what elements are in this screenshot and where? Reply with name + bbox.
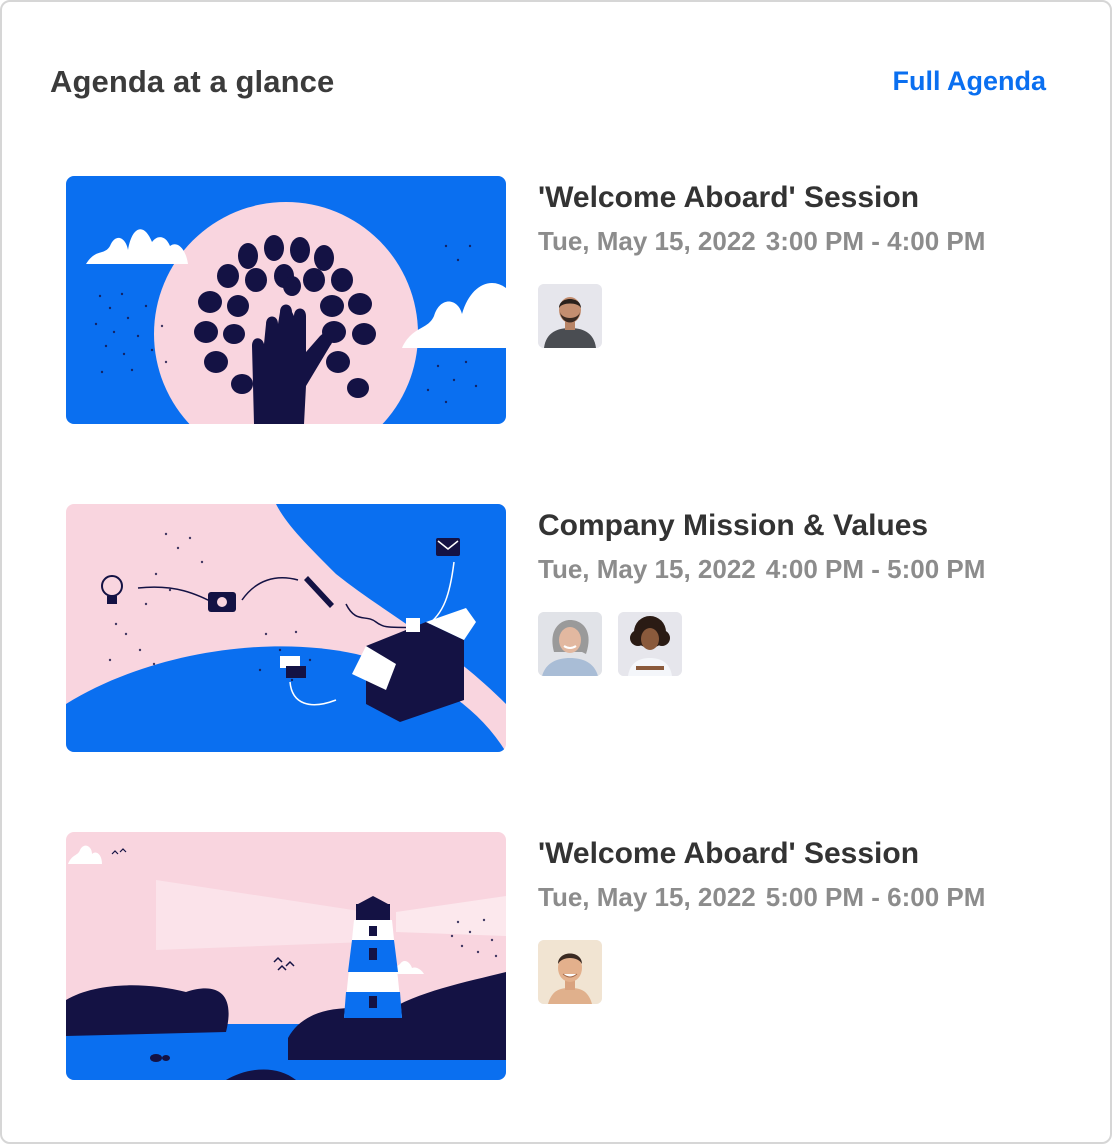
- session-time: 4:00 PM - 5:00 PM: [765, 554, 986, 584]
- session-time: 3:00 PM - 4:00 PM: [765, 226, 986, 256]
- speaker-avatar[interactable]: [538, 940, 602, 1004]
- session-title[interactable]: 'Welcome Aboard' Session: [538, 178, 985, 218]
- session-item[interactable]: 'Welcome Aboard' Session Tue, May 15, 20…: [66, 176, 1056, 424]
- session-datetime: Tue, May 15, 2022 4:00 PM - 5:00 PM: [538, 552, 985, 586]
- session-thumbnail-tree[interactable]: [66, 176, 506, 424]
- speaker-avatar[interactable]: [538, 612, 602, 676]
- speaker-list: [538, 284, 985, 348]
- session-datetime: Tue, May 15, 2022 3:00 PM - 4:00 PM: [538, 224, 985, 258]
- session-date: Tue, May 15, 2022: [538, 882, 756, 912]
- session-info: 'Welcome Aboard' Session Tue, May 15, 20…: [538, 178, 985, 348]
- session-date: Tue, May 15, 2022: [538, 226, 756, 256]
- agenda-card: Agenda at a glance Full Agenda 'Welcome …: [0, 0, 1112, 1144]
- session-item[interactable]: 'Welcome Aboard' Session Tue, May 15, 20…: [66, 832, 1056, 1080]
- session-info: Company Mission & Values Tue, May 15, 20…: [538, 506, 985, 676]
- session-title[interactable]: Company Mission & Values: [538, 506, 985, 546]
- speaker-list: [538, 940, 985, 1004]
- full-agenda-link[interactable]: Full Agenda: [893, 66, 1047, 97]
- session-item[interactable]: Company Mission & Values Tue, May 15, 20…: [66, 504, 1056, 752]
- session-thumbnail-box[interactable]: [66, 504, 506, 752]
- session-date: Tue, May 15, 2022: [538, 554, 756, 584]
- session-thumbnail-lighthouse[interactable]: [66, 832, 506, 1080]
- speaker-list: [538, 612, 985, 676]
- session-title[interactable]: 'Welcome Aboard' Session: [538, 834, 985, 874]
- agenda-title: Agenda at a glance: [50, 64, 335, 99]
- speaker-avatar[interactable]: [538, 284, 602, 348]
- speaker-avatar[interactable]: [618, 612, 682, 676]
- session-time: 5:00 PM - 6:00 PM: [765, 882, 986, 912]
- session-info: 'Welcome Aboard' Session Tue, May 15, 20…: [538, 834, 985, 1004]
- session-datetime: Tue, May 15, 2022 5:00 PM - 6:00 PM: [538, 880, 985, 914]
